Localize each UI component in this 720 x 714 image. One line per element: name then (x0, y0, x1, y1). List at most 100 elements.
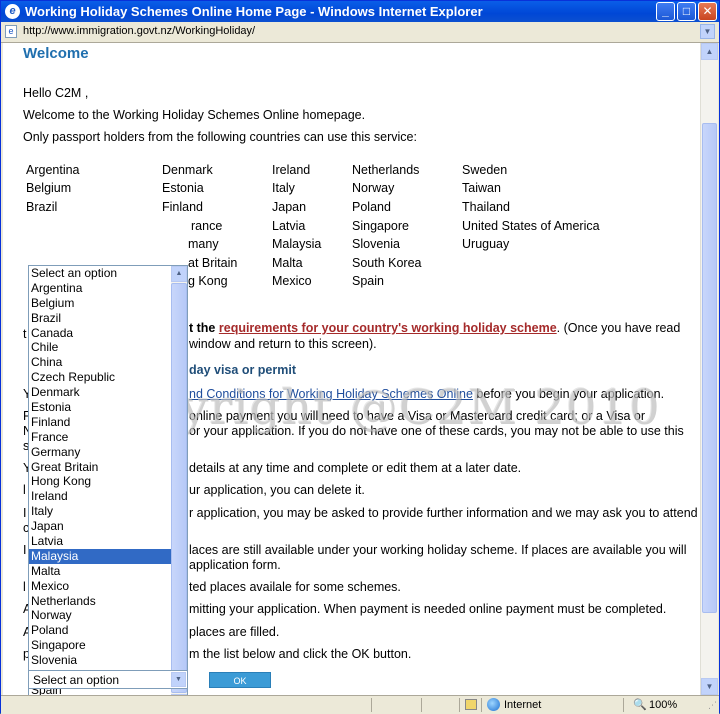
resize-grip-icon[interactable]: ⋰ (708, 700, 717, 711)
listbox-scrollbar[interactable]: ▲ ▼ (171, 266, 187, 695)
title-bar[interactable]: e Working Holiday Schemes Online Home Pa… (1, 1, 719, 22)
ok-button[interactable]: OK (209, 672, 271, 688)
country-item: at Britain (188, 256, 238, 270)
country-item: g Kong (188, 274, 228, 288)
listbox-option[interactable]: Great Britain (29, 460, 172, 475)
country-item: Italy (272, 181, 295, 195)
terms-line: nd Conditions for Working Holiday Scheme… (189, 387, 664, 401)
listbox-options[interactable]: Select an option Argentina Belgium Brazil Ca… (29, 266, 172, 695)
address-url[interactable]: http://www.immigration.govt.nz/WorkingHo… (23, 25, 255, 37)
country-item: rance (191, 219, 223, 233)
select-value: Select an option (33, 673, 120, 687)
text-fragment: I (23, 506, 27, 520)
listbox-option[interactable]: Belgium (29, 296, 172, 311)
listbox-option[interactable]: Malta (29, 564, 172, 579)
listbox-option[interactable]: Ireland (29, 489, 172, 504)
country-select[interactable]: Select an option ▼ (28, 670, 188, 689)
country-item: United States of America (462, 219, 600, 233)
listbox-option[interactable]: Malaysia (29, 548, 172, 564)
listbox-option[interactable]: Select an option (29, 266, 172, 281)
requirements-suffix: . (Once you have read (556, 321, 681, 335)
country-item: Slovenia (352, 237, 400, 251)
chevron-down-icon[interactable]: ▼ (701, 678, 718, 695)
country-item: South Korea (352, 256, 422, 270)
listbox-option[interactable]: Mexico (29, 579, 172, 594)
chevron-up-icon[interactable]: ▲ (171, 266, 187, 282)
lock-icon (465, 699, 477, 710)
save-line: details at any time and complete or edit… (189, 461, 522, 475)
internet-explorer-icon: e (5, 4, 20, 19)
status-bar: Internet 100% 🔍 ⋰ (1, 695, 719, 714)
delete-line: ur application, you can delete it. (189, 483, 365, 497)
payment-line-2: or your application. If you do not have … (189, 424, 684, 438)
country-item: Ireland (272, 163, 311, 177)
country-item: Singapore (352, 219, 409, 233)
zoom-icon[interactable]: 🔍 (633, 698, 647, 711)
country-item: Japan (272, 200, 307, 214)
page-scrollbar[interactable]: ▲ ▼ (700, 43, 718, 695)
address-bar[interactable]: e http://www.immigration.govt.nz/Working… (1, 22, 719, 43)
listbox-option[interactable]: Denmark (29, 385, 172, 400)
minimize-button[interactable]: _ (656, 2, 675, 21)
security-zone: Internet (504, 699, 542, 711)
status-divider (481, 698, 482, 712)
submit-line: mitting your application. When payment i… (189, 602, 667, 616)
listbox-option[interactable]: Brazil (29, 311, 172, 326)
intro-text: Welcome to the Working Holiday Schemes O… (23, 108, 366, 122)
listbox-option[interactable]: Estonia (29, 400, 172, 415)
limited-places-line: ted places availale for some schemes. (189, 580, 401, 594)
listbox-option[interactable]: Norway (29, 608, 172, 623)
further-info-line: r application, you may be asked to provi… (189, 506, 698, 520)
country-item: Thailand (462, 200, 510, 214)
listbox-option[interactable]: Canada (29, 326, 172, 341)
globe-icon (487, 698, 500, 711)
zoom-level[interactable]: 100% (649, 699, 677, 711)
listbox-option[interactable]: Singapore (29, 638, 172, 653)
listbox-option[interactable]: Poland (29, 623, 172, 638)
country-listbox[interactable]: Select an option Argentina Belgium Brazil Ca… (28, 265, 188, 695)
listbox-option[interactable]: Finland (29, 415, 172, 430)
country-item: Brazil (26, 200, 58, 214)
terms-suffix: before you begin your application. (472, 387, 665, 401)
listbox-option[interactable]: Hong Kong (29, 474, 172, 489)
greeting: Hello C2M , (23, 86, 89, 100)
listbox-option[interactable]: China (29, 355, 172, 370)
listbox-option[interactable]: Italy (29, 504, 172, 519)
listbox-option[interactable]: Chile (29, 340, 172, 355)
terms-link[interactable]: nd Conditions for Working Holiday Scheme… (189, 387, 473, 401)
country-item: Sweden (462, 163, 508, 177)
requirements-link[interactable]: requirements for your country's working … (219, 321, 557, 335)
chevron-down-icon[interactable]: ▼ (700, 24, 715, 39)
listbox-option[interactable]: Germany (29, 445, 172, 460)
places-filled-line: places are filled. (189, 625, 280, 639)
country-item: Denmark (162, 163, 213, 177)
maximize-button[interactable]: □ (677, 2, 696, 21)
choose-line: m the list below and click the OK button… (189, 647, 412, 661)
listbox-scroll-thumb[interactable] (171, 283, 187, 693)
country-item: Spain (352, 274, 384, 288)
requirements-line: t the requirements for your country's wo… (189, 321, 680, 335)
country-item: Uruguay (462, 237, 510, 251)
listbox-option[interactable]: Netherlands (29, 594, 172, 609)
chevron-down-icon[interactable]: ▼ (171, 672, 186, 687)
close-button[interactable]: ✕ (698, 2, 717, 21)
chevron-up-icon[interactable]: ▲ (701, 43, 718, 60)
listbox-option[interactable]: Latvia (29, 534, 172, 549)
country-item: Taiwan (462, 181, 501, 195)
country-item: Finland (162, 200, 203, 214)
listbox-option[interactable]: France (29, 430, 172, 445)
listbox-option[interactable]: Japan (29, 519, 172, 534)
window-title: Working Holiday Schemes Online Home Page… (25, 4, 483, 19)
requirements-prefix: t the (189, 321, 216, 335)
listbox-option[interactable]: Czech Republic (29, 370, 172, 385)
status-divider (459, 698, 460, 712)
page-scroll-thumb[interactable] (702, 123, 717, 613)
country-item: many (188, 237, 219, 251)
text-fragment: l (23, 580, 26, 594)
requirements-line-2: window and return to this screen). (189, 337, 377, 351)
status-divider (421, 698, 422, 712)
listbox-option[interactable]: Argentina (29, 281, 172, 296)
country-item: Netherlands (352, 163, 420, 177)
listbox-option[interactable]: Slovenia (29, 653, 172, 668)
country-item: Argentina (26, 163, 80, 177)
